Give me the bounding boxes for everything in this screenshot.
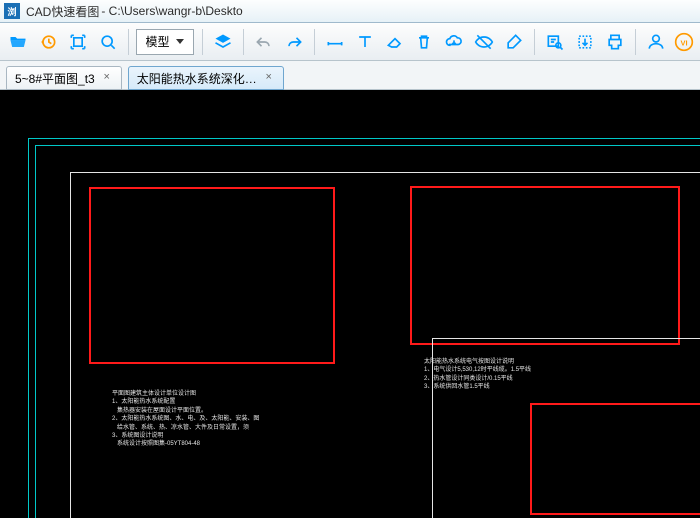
delete-button[interactable] <box>413 28 437 56</box>
open-file-button[interactable] <box>6 28 30 56</box>
document-tabbar: 5~8#平面图_t3 × 太阳能热水系统深化… × <box>0 61 700 90</box>
close-icon[interactable]: × <box>101 72 113 84</box>
layers-button[interactable] <box>211 28 235 56</box>
markup-rect-1 <box>89 187 335 364</box>
app-title: CAD快速看图 <box>26 3 99 20</box>
space-selector-label: 模型 <box>145 33 169 50</box>
tab-label: 太阳能热水系统深化… <box>137 70 257 87</box>
markup-rect-3 <box>530 403 700 515</box>
tab-plan[interactable]: 5~8#平面图_t3 × <box>6 66 122 90</box>
toolbar-separator <box>534 29 535 55</box>
toolbar-separator <box>128 29 129 55</box>
tab-solar-system[interactable]: 太阳能热水系统深化… × <box>128 66 284 90</box>
text-button[interactable] <box>353 28 377 56</box>
redo-button[interactable] <box>282 28 306 56</box>
toolbar-separator <box>635 29 636 55</box>
visibility-button[interactable] <box>472 28 496 56</box>
measure-button[interactable] <box>323 28 347 56</box>
brush-button[interactable] <box>502 28 526 56</box>
space-selector[interactable]: 模型 <box>136 29 194 55</box>
history-button[interactable] <box>36 28 60 56</box>
vip-button[interactable]: VI <box>673 28 694 56</box>
svg-text:VI: VI <box>680 38 687 47</box>
print-button[interactable] <box>603 28 627 56</box>
zoom-extents-button[interactable] <box>66 28 90 56</box>
zoom-window-button[interactable] <box>96 28 120 56</box>
export-button[interactable] <box>573 28 597 56</box>
window-titlebar: 浏 CAD快速看图 - C:\Users\wangr-b\Deskto <box>0 0 700 23</box>
eraser-button[interactable] <box>383 28 407 56</box>
app-icon: 浏 <box>4 3 20 19</box>
user-button[interactable] <box>644 28 668 56</box>
toolbar-separator <box>314 29 315 55</box>
undo-button[interactable] <box>252 28 276 56</box>
close-icon[interactable]: × <box>263 72 275 84</box>
toolbar-separator <box>243 29 244 55</box>
find-text-button[interactable] <box>543 28 567 56</box>
main-toolbar: 模型 VI <box>0 23 700 61</box>
tab-label: 5~8#平面图_t3 <box>15 70 95 87</box>
toolbar-separator <box>202 29 203 55</box>
window-file-path: - C:\Users\wangr-b\Deskto <box>101 4 242 18</box>
markup-rect-2 <box>410 186 680 345</box>
chevron-down-icon <box>176 39 184 44</box>
drawing-canvas[interactable]: 平面图建筑主体设计单位设计图 1、太阳能热水系统配置 集热器安装在屋面设计平面位… <box>0 90 700 518</box>
cad-annotation-left: 平面图建筑主体设计单位设计图 1、太阳能热水系统配置 集热器安装在屋面设计平面位… <box>112 390 259 449</box>
cloud-download-button[interactable] <box>442 28 466 56</box>
